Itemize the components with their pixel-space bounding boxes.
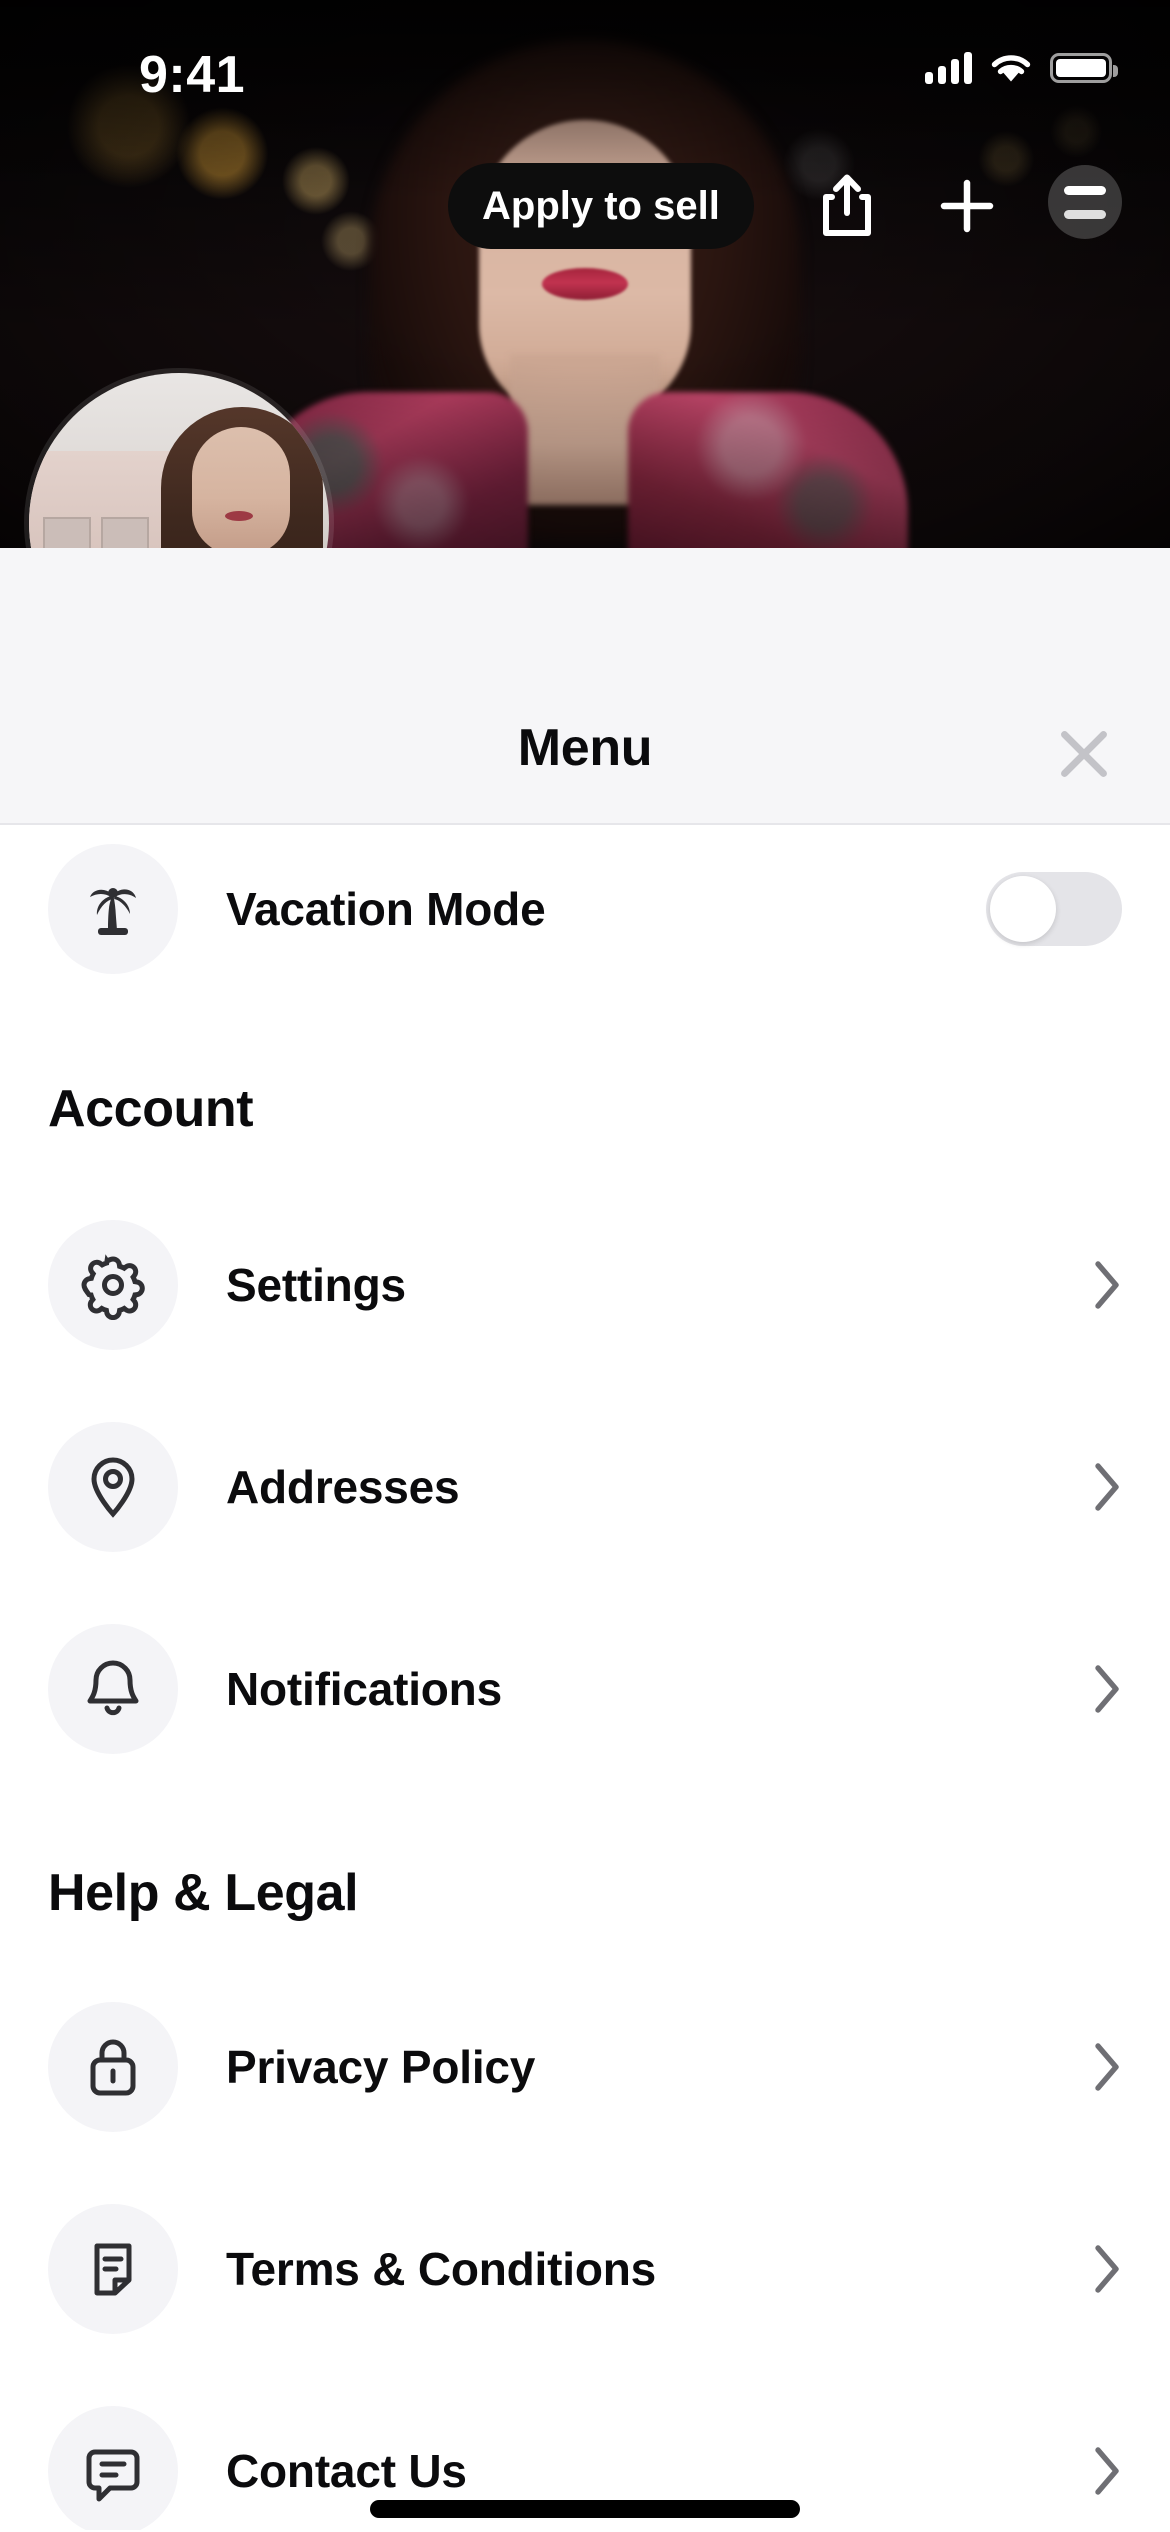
chevron-right-icon — [1076, 2041, 1122, 2093]
list-item-label: Contact Us — [226, 2445, 467, 2497]
battery-full-icon — [1050, 53, 1118, 83]
home-indicator-bar[interactable] — [370, 2500, 800, 2518]
share-button[interactable] — [810, 169, 884, 243]
hamburger-menu-icon — [1048, 165, 1122, 239]
list-item-label: Vacation Mode — [226, 883, 546, 935]
gear-icon — [48, 1220, 178, 1350]
palm-tree-icon — [48, 844, 178, 974]
chevron-right-icon — [1076, 2243, 1122, 2295]
apply-to-sell-button[interactable]: Apply to sell — [448, 163, 754, 249]
list-item-addresses[interactable]: Addresses — [0, 1403, 1170, 1571]
chevron-right-icon — [1076, 2445, 1122, 2497]
location-pin-icon — [48, 1422, 178, 1552]
list-item-settings[interactable]: Settings — [0, 1201, 1170, 1369]
lock-icon — [48, 2002, 178, 2132]
list-item-vacation-mode[interactable]: Vacation Mode — [0, 825, 1170, 993]
add-button[interactable] — [930, 169, 1004, 243]
section-heading-help-legal: Help & Legal — [48, 1864, 359, 1922]
chevron-right-icon — [1076, 1663, 1122, 1715]
list-item-notifications[interactable]: Notifications — [0, 1605, 1170, 1773]
avatar-face — [192, 427, 290, 555]
page-title: Menu — [517, 719, 653, 777]
list-item-label: Terms & Conditions — [226, 2243, 657, 2295]
list-item-label: Addresses — [226, 1461, 460, 1513]
status-bar-time: 9:41 — [139, 46, 246, 104]
menu-list: Vacation Mode Account Settings Addresses… — [0, 825, 1170, 2530]
share-icon — [823, 174, 871, 236]
list-item-label: Notifications — [226, 1663, 502, 1715]
plus-icon — [940, 179, 994, 233]
cellular-signal-icon — [925, 52, 972, 84]
section-heading-account: Account — [48, 1080, 254, 1138]
close-button[interactable] — [1046, 716, 1122, 792]
list-item-label: Settings — [226, 1259, 406, 1311]
list-item-terms-conditions[interactable]: Terms & Conditions — [0, 2185, 1170, 2353]
chevron-right-icon — [1076, 1259, 1122, 1311]
menu-sheet-header: Menu — [0, 548, 1170, 825]
chat-bubble-icon — [48, 2406, 178, 2530]
close-x-icon — [1055, 725, 1113, 783]
document-icon — [48, 2204, 178, 2334]
wifi-icon — [991, 55, 1031, 82]
avatar-lips — [225, 511, 253, 521]
status-bar-indicators — [925, 52, 1118, 84]
phone-screen: 9:41 Apply to sell Menu Vacation Mode Ac… — [0, 0, 1170, 2532]
chevron-right-icon — [1076, 1461, 1122, 1513]
menu-sheet: Menu Vacation Mode Account Settings Addr… — [0, 548, 1170, 2532]
cover-action-bar: Apply to sell — [0, 163, 1170, 255]
list-item-privacy-policy[interactable]: Privacy Policy — [0, 1983, 1170, 2151]
vacation-mode-toggle[interactable] — [986, 872, 1122, 946]
status-bar: 9:41 — [0, 0, 1170, 130]
bell-icon — [48, 1624, 178, 1754]
list-item-label: Privacy Policy — [226, 2041, 536, 2093]
hamburger-menu-button[interactable] — [1048, 165, 1122, 239]
